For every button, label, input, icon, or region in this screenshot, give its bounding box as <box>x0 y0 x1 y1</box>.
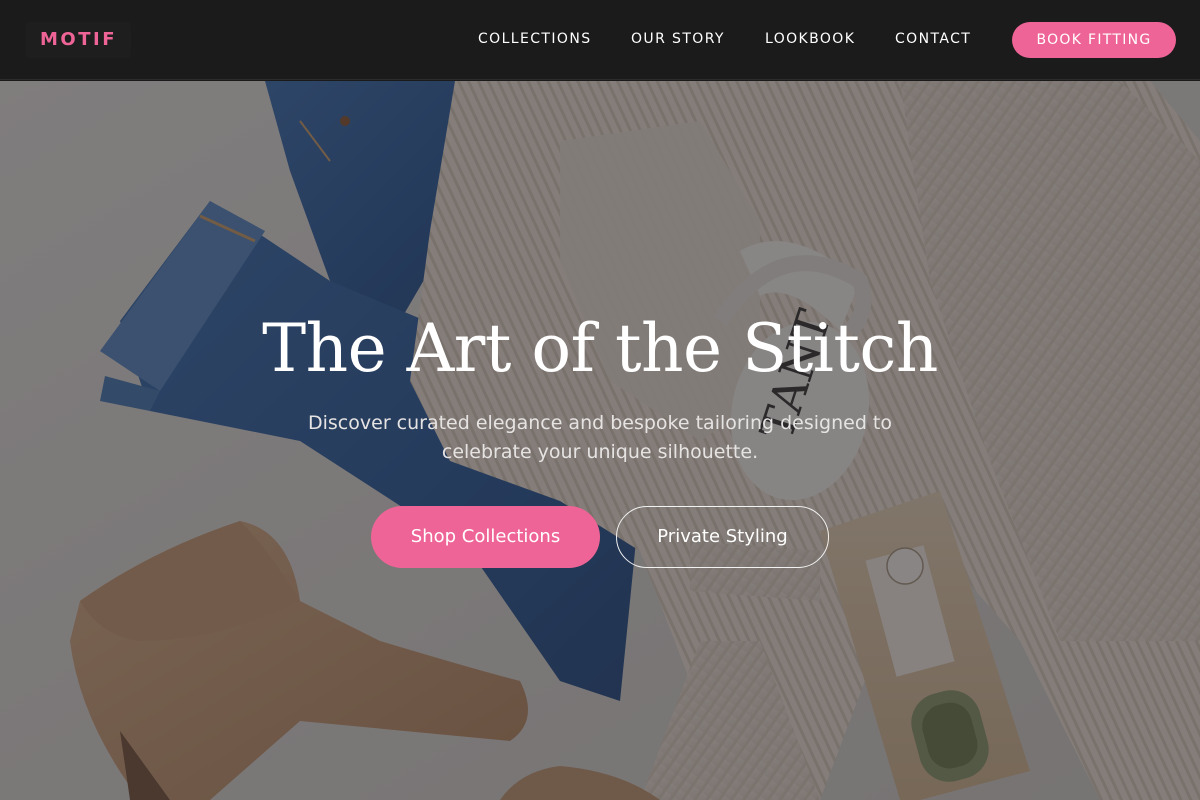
nav-link-lookbook[interactable]: LOOKBOOK <box>765 31 855 47</box>
nav-link-our-story[interactable]: OUR STORY <box>631 31 725 47</box>
top-navigation: MOTIF COLLECTIONS OUR STORY LOOKBOOK CON… <box>0 0 1200 80</box>
nav-link-contact[interactable]: CONTACT <box>895 31 971 47</box>
private-styling-button[interactable]: Private Styling <box>616 506 829 568</box>
hero-headline: The Art of the Stitch <box>262 310 938 387</box>
book-fitting-button[interactable]: BOOK FITTING <box>1012 22 1176 58</box>
shop-collections-button[interactable]: Shop Collections <box>371 506 600 568</box>
nav-link-collections[interactable]: COLLECTIONS <box>478 31 591 47</box>
hero-section: TANT The Art of the Stitch Discover cura… <box>0 81 1200 800</box>
hero-subheadline: Discover curated elegance and bespoke ta… <box>308 412 892 463</box>
